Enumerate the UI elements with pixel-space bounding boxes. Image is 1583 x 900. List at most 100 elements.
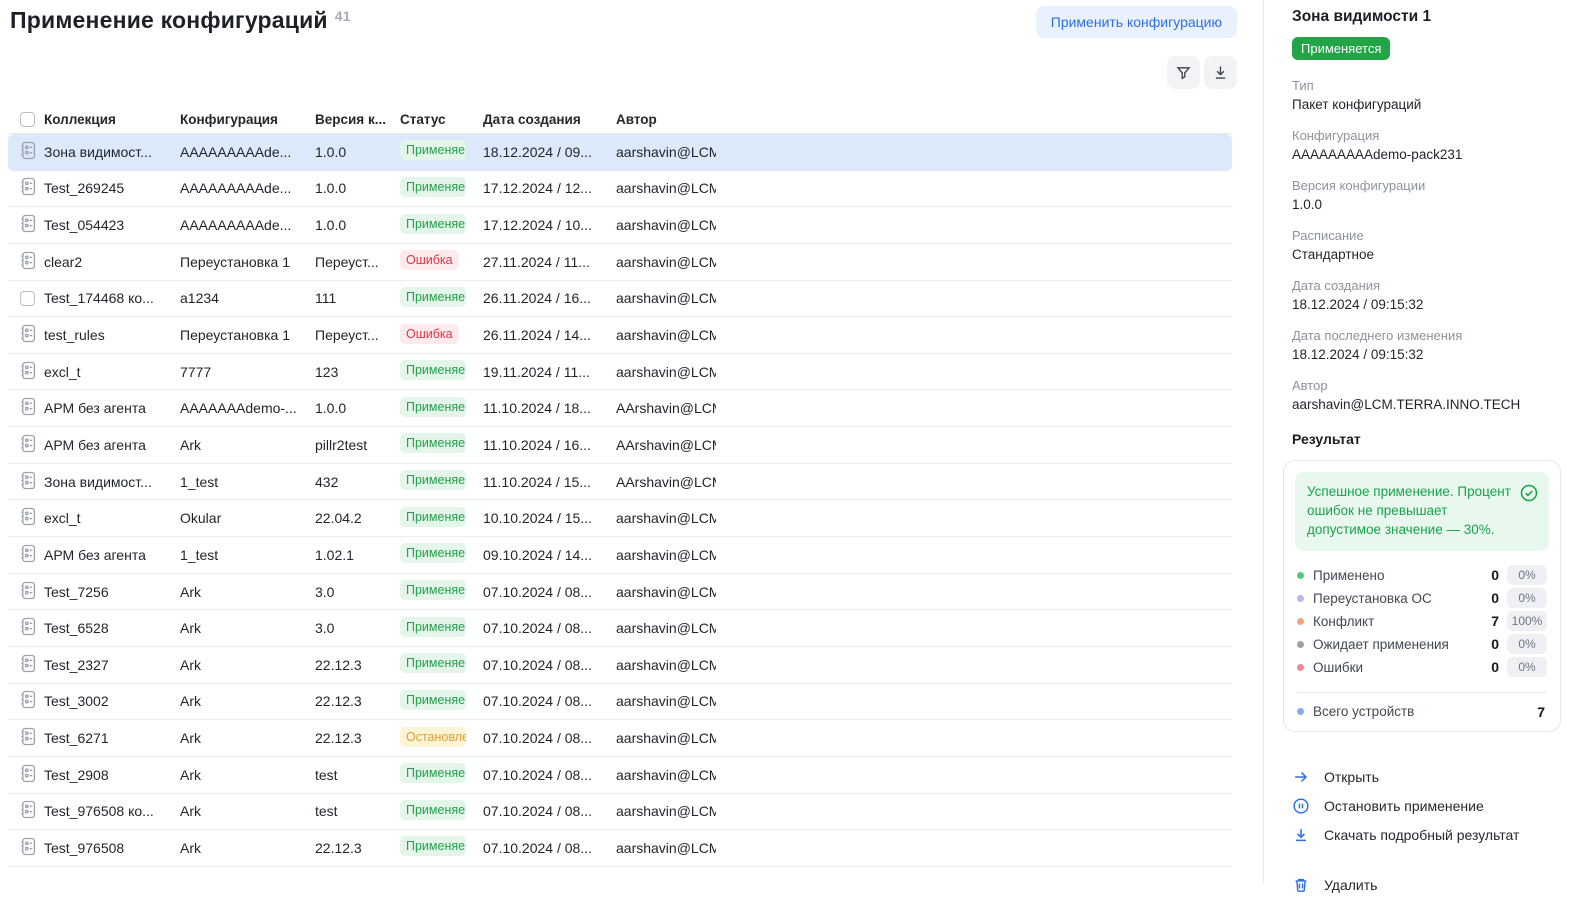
collection-icon: [20, 471, 36, 490]
row-leading-cell[interactable]: [20, 654, 44, 676]
column-header-author[interactable]: Автор: [616, 112, 716, 127]
select-all-checkbox[interactable]: [20, 112, 35, 127]
field-label: Дата последнего изменения: [1292, 327, 1559, 344]
pause-circle-icon: [1292, 797, 1310, 815]
delete-action[interactable]: Удалить: [1292, 871, 1559, 900]
row-leading-cell[interactable]: [20, 727, 44, 749]
table-row[interactable]: Test_976508 Ark 22.12.3 Применяе 07.10.2…: [8, 830, 1232, 867]
configuration-cell: Ark: [180, 693, 315, 709]
column-header-created[interactable]: Дата создания: [483, 112, 616, 127]
row-leading-cell[interactable]: [20, 251, 44, 273]
status-badge: Ошибка: [400, 324, 459, 344]
configuration-cell: 7777: [180, 364, 315, 380]
collection-cell: Test_174468 ко...: [44, 290, 180, 306]
row-leading-cell[interactable]: [20, 617, 44, 639]
status-badge: Применяе: [400, 507, 466, 527]
field-value: 18.12.2024 / 09:15:32: [1292, 346, 1559, 364]
configuration-cell: AAAAAAAdemo-...: [180, 400, 315, 416]
row-leading-cell[interactable]: [20, 324, 44, 346]
author-cell: aarshavin@LCM....: [616, 803, 716, 819]
export-button[interactable]: [1204, 56, 1237, 89]
row-leading-cell[interactable]: [20, 214, 44, 236]
filter-button[interactable]: [1167, 56, 1200, 89]
table-row[interactable]: Test_6271 Ark 22.12.3 Остановле 07.10.20…: [8, 720, 1232, 757]
table-row[interactable]: Test_269245 AAAAAAAAAde... 1.0.0 Применя…: [8, 171, 1232, 208]
row-leading-cell[interactable]: [20, 507, 44, 529]
author-cell: aarshavin@LCM....: [616, 217, 716, 233]
table-row[interactable]: Зона видимост... 1_test 432 Применяе 11.…: [8, 464, 1232, 501]
field-label: Дата создания: [1292, 277, 1559, 294]
configuration-cell: 1_test: [180, 547, 315, 563]
row-leading-cell[interactable]: [20, 581, 44, 603]
table-row[interactable]: excl_t 7777 123 Применяе 19.11.2024 / 11…: [8, 354, 1232, 391]
table-row[interactable]: АРМ без агента 1_test 1.02.1 Применяе 09…: [8, 537, 1232, 574]
delete-action-label: Удалить: [1324, 877, 1377, 893]
row-leading-cell[interactable]: [20, 177, 44, 199]
table-row[interactable]: Test_7256 Ark 3.0 Применяе 07.10.2024 / …: [8, 574, 1232, 611]
row-leading-cell[interactable]: [20, 291, 44, 306]
open-action[interactable]: Открыть: [1292, 763, 1559, 792]
stat-value: 0: [1491, 636, 1499, 652]
stat-label: Конфликт: [1313, 614, 1491, 629]
author-cell: AArshavin@LCM...: [616, 400, 716, 416]
row-leading-cell[interactable]: [20, 800, 44, 822]
download-result-action[interactable]: Скачать подробный результат: [1292, 821, 1559, 850]
column-header-version[interactable]: Версия к...: [315, 112, 400, 127]
version-cell: 1.0.0: [315, 217, 400, 233]
table-row[interactable]: Test_2327 Ark 22.12.3 Применяе 07.10.202…: [8, 647, 1232, 684]
download-icon: [1212, 64, 1229, 81]
column-header-status[interactable]: Статус: [400, 112, 483, 127]
configuration-cell: Ark: [180, 657, 315, 673]
collection-cell: Test_6528: [44, 620, 180, 636]
author-cell: aarshavin@LCM....: [616, 180, 716, 196]
row-leading-cell[interactable]: [20, 397, 44, 419]
table-row[interactable]: АРМ без агента Ark pillr2test Применяе 1…: [8, 427, 1232, 464]
table-row[interactable]: АРМ без агента AAAAAAAdemo-... 1.0.0 При…: [8, 390, 1232, 427]
configuration-cell: 1_test: [180, 474, 315, 490]
column-header-configuration[interactable]: Конфигурация: [180, 112, 315, 127]
table-row[interactable]: Test_6528 Ark 3.0 Применяе 07.10.2024 / …: [8, 610, 1232, 647]
field-value: 18.12.2024 / 09:15:32: [1292, 296, 1559, 314]
status-cell: Ошибка: [400, 324, 483, 347]
table-row[interactable]: Test_2908 Ark test Применяе 07.10.2024 /…: [8, 757, 1232, 794]
column-header-collection[interactable]: Коллекция: [44, 112, 180, 127]
author-cell: aarshavin@LCM....: [616, 767, 716, 783]
version-cell: 22.12.3: [315, 730, 400, 746]
configuration-cell: Ark: [180, 840, 315, 856]
collection-icon: [20, 800, 36, 819]
table-row[interactable]: clear2 Переустановка 1 Переуст... Ошибка…: [8, 244, 1232, 281]
table-row[interactable]: Test_976508 ко... Ark test Применяе 07.1…: [8, 794, 1232, 831]
table-row[interactable]: excl_t Okular 22.04.2 Применяе 10.10.202…: [8, 500, 1232, 537]
row-checkbox[interactable]: [20, 291, 35, 306]
table-row[interactable]: Test_3002 Ark 22.12.3 Применяе 07.10.202…: [8, 684, 1232, 721]
author-cell: aarshavin@LCM....: [616, 730, 716, 746]
row-leading-cell[interactable]: [20, 434, 44, 456]
collection-icon: [20, 251, 36, 270]
row-leading-cell[interactable]: [20, 544, 44, 566]
table-row[interactable]: test_rules Переустановка 1 Переуст... Ош…: [8, 317, 1232, 354]
collection-cell: Test_976508: [44, 840, 180, 856]
collection-icon: [20, 581, 36, 600]
row-leading-cell[interactable]: [20, 764, 44, 786]
panel-field: Дата создания 18.12.2024 / 09:15:32: [1292, 277, 1559, 314]
row-leading-cell[interactable]: [20, 690, 44, 712]
row-leading-cell[interactable]: [20, 837, 44, 859]
row-leading-cell[interactable]: [20, 141, 44, 163]
collection-cell: Test_976508 ко...: [44, 803, 180, 819]
table-row[interactable]: Зона видимост... AAAAAAAAAde... 1.0.0 Пр…: [8, 134, 1232, 171]
status-cell: Остановле: [400, 727, 483, 750]
status-badge: Ошибка: [400, 250, 459, 270]
table-row[interactable]: Test_174468 ко... a1234 111 Применяе 26.…: [8, 281, 1232, 318]
stop-apply-action[interactable]: Остановить применение: [1292, 792, 1559, 821]
status-badge: Применяе: [400, 617, 466, 637]
apply-configuration-button[interactable]: Применить конфигурацию: [1036, 6, 1237, 38]
table-row[interactable]: Test_054423 AAAAAAAAAde... 1.0.0 Применя…: [8, 207, 1232, 244]
status-badge: Применяе: [400, 543, 466, 563]
row-leading-cell[interactable]: [20, 361, 44, 383]
collection-icon: [20, 141, 36, 160]
row-leading-cell[interactable]: [20, 471, 44, 493]
collection-cell: Зона видимост...: [44, 144, 180, 160]
configuration-cell: Ark: [180, 730, 315, 746]
collection-cell: clear2: [44, 254, 180, 270]
created-date-cell: 07.10.2024 / 08...: [483, 767, 616, 783]
